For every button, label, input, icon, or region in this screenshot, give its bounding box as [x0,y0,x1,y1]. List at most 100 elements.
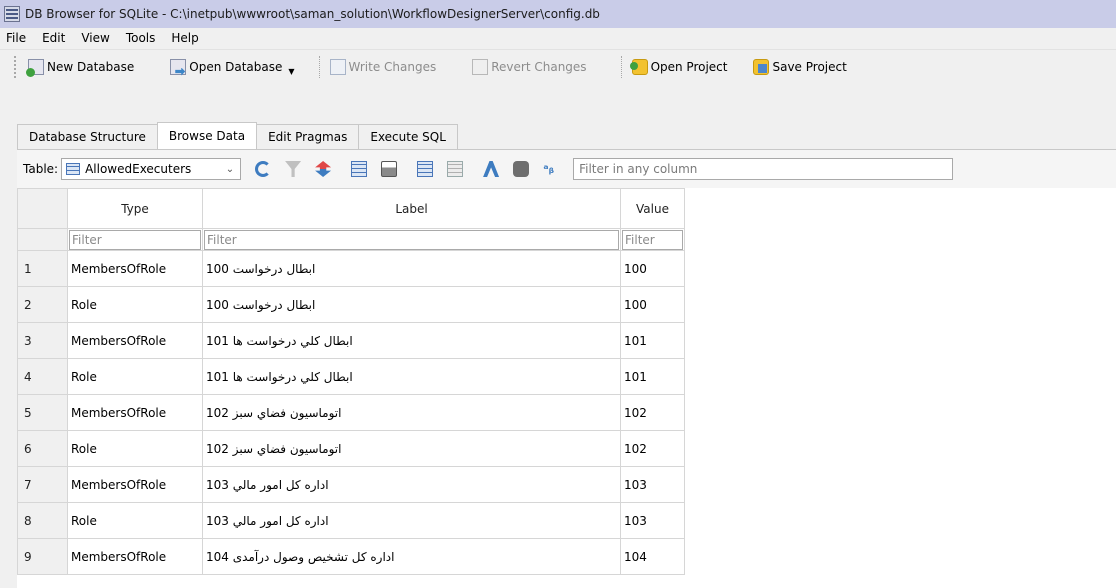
cell-type[interactable]: Role [67,502,203,539]
row-number[interactable]: 2 [17,286,68,323]
row-number[interactable]: 5 [17,394,68,431]
browse-toolbar: Table: AllowedExecuters ⌄ ᵃᵦ Filter in a… [17,150,1116,188]
cell-value[interactable]: 103 [620,466,685,503]
cell-type[interactable]: MembersOfRole [67,466,203,503]
clear-filters-icon[interactable] [285,161,302,177]
filter-input-value[interactable]: Filter [622,229,683,250]
table-row[interactable]: 2 Role ابطال درخواست 100 100 [17,286,685,323]
tab-execute-sql[interactable]: Execute SQL [358,124,458,149]
table-row[interactable]: 4 Role ابطال کلي درخواست ها 101 101 [17,358,685,395]
filter-cell-label[interactable]: Filter [202,228,621,251]
tab-database-structure[interactable]: Database Structure [17,124,158,149]
cell-type[interactable]: Role [67,286,203,323]
title-bar: DB Browser for SQLite - C:\inetpub\wwwro… [0,0,1116,28]
filter-cell-value[interactable]: Filter [620,228,685,251]
save-project-label: Save Project [772,59,847,74]
menu-view[interactable]: View [81,31,109,45]
find-replace-icon[interactable]: ᵃᵦ [543,161,559,177]
column-header-value[interactable]: Value [620,188,685,229]
row-number[interactable]: 3 [17,322,68,359]
column-header-type[interactable]: Type [67,188,203,229]
open-database-label: Open Database [189,59,283,74]
table-selector[interactable]: AllowedExecuters ⌄ [61,158,242,180]
cell-type[interactable]: MembersOfRole [67,394,203,431]
cell-value[interactable]: 100 [620,286,685,323]
tab-edit-pragmas[interactable]: Edit Pragmas [256,124,360,149]
chevron-down-icon: ⌄ [225,163,235,175]
table-row[interactable]: 3 MembersOfRole ابطال کلي درخواست ها 101… [17,322,685,359]
cell-label[interactable]: اداره کل تشخيص وصول درآمدی 104 [202,538,621,575]
cell-label-text: ابطال درخواست 100 [206,261,316,276]
filter-cell-type[interactable]: Filter [67,228,203,251]
table-row[interactable]: 6 Role اتوماسيون فضاي سبز 102 102 [17,430,685,467]
table-row[interactable]: 8 Role اداره کل امور مالي 103 103 [17,502,685,539]
cell-value[interactable]: 102 [620,394,685,431]
table-row[interactable]: 1 MembersOfRole ابطال درخواست 100 100 [17,250,685,287]
grid-corner[interactable] [17,188,68,229]
menu-tools[interactable]: Tools [126,31,156,45]
cell-type[interactable]: MembersOfRole [67,322,203,359]
row-number[interactable]: 8 [17,502,68,539]
cell-type[interactable]: MembersOfRole [67,538,203,575]
menu-edit[interactable]: Edit [42,31,65,45]
refresh-icon[interactable] [255,161,272,177]
cell-type[interactable]: MembersOfRole [67,250,203,287]
filter-input-type[interactable]: Filter [69,229,201,250]
cell-value[interactable]: 104 [620,538,685,575]
row-number[interactable]: 1 [17,250,68,287]
cell-type[interactable]: Role [67,430,203,467]
new-database-button[interactable]: New Database [26,55,135,79]
row-number[interactable]: 6 [17,430,68,467]
cell-value[interactable]: 100 [620,250,685,287]
cell-value[interactable]: 103 [620,502,685,539]
new-database-label: New Database [47,59,135,74]
table-row[interactable]: 9 MembersOfRole اداره کل تشخيص وصول درآم… [17,538,685,575]
cell-label[interactable]: اتوماسيون فضاي سبز 102 [202,394,621,431]
menu-help[interactable]: Help [171,31,198,45]
toolbar-grip[interactable] [14,55,18,78]
cell-value[interactable]: 101 [620,322,685,359]
cell-label-text: ابطال درخواست 100 [206,297,316,312]
revert-changes-button[interactable]: Revert Changes [472,55,587,79]
tab-browse-data[interactable]: Browse Data [156,122,258,149]
print-icon[interactable] [381,161,398,177]
row-number[interactable]: 4 [17,358,68,395]
clear-sorting-icon[interactable] [315,161,332,177]
cell-label[interactable]: ابطال کلي درخواست ها 101 [202,322,621,359]
toolbar-separator [620,55,622,78]
insert-record-icon[interactable] [417,161,434,177]
row-number[interactable]: 7 [17,466,68,503]
find-binoculars-icon[interactable] [513,161,530,177]
cell-label-text: اتوماسيون فضاي سبز 102 [206,405,342,420]
cell-label-text: اداره کل امور مالي 103 [206,513,329,528]
row-number[interactable]: 9 [17,538,68,575]
menu-file[interactable]: File [6,31,26,45]
cell-label[interactable]: اتوماسيون فضاي سبز 102 [202,430,621,467]
cell-label[interactable]: ابطال کلي درخواست ها 101 [202,358,621,395]
find-text-icon[interactable] [483,161,500,177]
open-database-dropdown-arrow-icon[interactable]: ▼ [288,67,294,76]
db-browser-app-icon [4,6,20,22]
cell-label[interactable]: اداره کل امور مالي 103 [202,502,621,539]
save-table-icon[interactable] [351,161,368,177]
cell-value[interactable]: 102 [620,430,685,467]
filter-input-label[interactable]: Filter [204,229,619,250]
cell-type[interactable]: Role [67,358,203,395]
write-changes-button[interactable]: Write Changes [329,55,436,79]
open-project-button[interactable]: Open Project [629,55,727,79]
cell-value[interactable]: 101 [620,358,685,395]
delete-record-icon[interactable] [447,161,464,177]
open-project-icon [629,58,648,75]
open-database-button[interactable]: Open Database ▼ [170,55,295,79]
column-header-label[interactable]: Label [202,188,621,229]
browse-data-panel: Table: AllowedExecuters ⌄ ᵃᵦ Filter in a… [17,149,1116,588]
table-row[interactable]: 5 MembersOfRole اتوماسيون فضاي سبز 102 1… [17,394,685,431]
filter-any-column-input[interactable]: Filter in any column [573,158,954,180]
table-label: Table: [23,162,59,176]
table-row[interactable]: 7 MembersOfRole اداره کل امور مالي 103 1… [17,466,685,503]
save-project-button[interactable]: Save Project [753,55,847,79]
cell-label[interactable]: ابطال درخواست 100 [202,286,621,323]
cell-label[interactable]: ابطال درخواست 100 [202,250,621,287]
table-icon [66,163,81,175]
cell-label[interactable]: اداره کل امور مالي 103 [202,466,621,503]
